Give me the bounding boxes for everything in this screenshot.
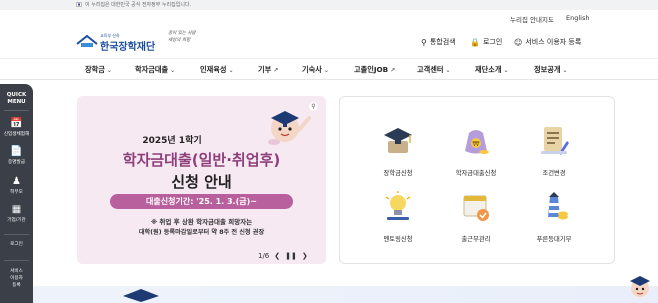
divider (4, 110, 29, 111)
graduation-cap-icon (384, 128, 412, 153)
divider (4, 234, 29, 235)
calendar-check-icon (463, 195, 489, 221)
nav-student-loan[interactable]: 학자금대출 ⌄ (135, 65, 175, 75)
service-lighthouse-donation[interactable]: 푸른등대기부 (524, 189, 584, 245)
lighthouse-icon (548, 192, 568, 220)
banner-headline: 학자금대출(일반·취업후) (122, 151, 281, 169)
user-add-icon: ☺ (514, 37, 523, 47)
slogan-line2: 세상의 희망 (168, 38, 191, 43)
nav-disclosure[interactable]: 정보공개 ⌄ (534, 65, 567, 75)
banner-note-line2: 대학(원) 등록마감일로부터 약 8주 전 신청 권장 (138, 229, 265, 236)
service-mentoring-apply[interactable]: 멘토링신청 (368, 189, 428, 245)
sitemap-link[interactable]: 누리집 안내지도 (510, 14, 554, 24)
pager-count: 1/6 (258, 252, 270, 260)
chevron-down-icon: ⌄ (562, 67, 568, 74)
gov-notice-bar: 이 누리집은 대한민국 공식 전자정부 누리집입니다. (0, 0, 658, 10)
search-icon: ⚲ (421, 37, 427, 47)
nav-customer-center[interactable]: 고객센터 ⌄ (417, 65, 450, 75)
calendar-icon: 📅 (10, 118, 23, 129)
quick-item-register[interactable]: 서비스 이용자 등록 (0, 268, 33, 289)
english-link[interactable]: English (566, 14, 589, 22)
graduation-cap-decor-icon (123, 289, 159, 302)
slogan-line1: 꿈이 있는 사람 (168, 31, 196, 36)
family-icon: ♟ (12, 176, 21, 187)
quick-item-certificate[interactable]: 📄 증명발급 (0, 146, 33, 165)
money-bag-icon: ₩ (465, 130, 489, 154)
nav-about[interactable]: 재단소개 ⌄ (475, 65, 508, 75)
user-register-button[interactable]: ☺ 서비스 이용자 등록 (514, 37, 581, 47)
service-attendance-manage[interactable]: 출근부관리 (446, 189, 506, 245)
svg-text:₩: ₩ (473, 140, 480, 148)
logo-mark-icon (76, 34, 98, 47)
nav-donation[interactable]: 기부 ↗ (258, 65, 278, 75)
quick-item-parents[interactable]: ♟ 학부모 (0, 176, 33, 195)
quick-item-freshman[interactable]: 📅 신입생체험해 (0, 118, 33, 137)
document-icon: 📄 (10, 146, 23, 157)
login-button[interactable]: 🔒 로그인 (470, 37, 502, 47)
chevron-down-icon: ⌄ (228, 67, 234, 74)
services-panel: 장학금신청 ₩ 학자금대출신청 조건변경 멘토링신청 출근부관리 푸른등대기부 (339, 96, 615, 264)
site-logo[interactable]: 교육부 산하 한국장학재단 (76, 30, 166, 53)
lock-icon: 🔒 (470, 37, 480, 47)
quick-item-login[interactable]: 로그인 (0, 241, 33, 247)
banner-pager: 1/6 ❮ ❚❚ ❯ (258, 252, 308, 260)
chevron-down-icon: ⌄ (106, 67, 112, 74)
gov-notice-text: 이 누리집은 대한민국 공식 전자정부 누리집입니다. (85, 2, 192, 8)
chevron-down-icon: ⌄ (170, 67, 176, 74)
bottom-section-strip (33, 286, 658, 303)
service-scholarship-apply[interactable]: 장학금신청 (368, 123, 428, 179)
integrated-search-label: 통합검색 (429, 38, 456, 46)
service-loan-apply[interactable]: ₩ 학자금대출신청 (446, 123, 506, 179)
main-banner[interactable]: ⚲ 2025년 1학기 학자금대출(일반·취업후) 신청 안내 대출신청기간: … (77, 96, 326, 264)
document-edit-icon (541, 127, 569, 155)
quick-item-company[interactable]: ▦ 기업/기관 (0, 204, 33, 223)
banner-subheadline: 신청 안내 (171, 173, 232, 191)
floating-mascot-icon[interactable] (626, 271, 654, 299)
main-navigation: 장학금 ⌄ 학자금대출 ⌄ 인재육성 ⌄ 기부 ↗ 기숙사 ⌄ 고졸인JOB ↗ 고객센터 ⌄… (0, 58, 658, 80)
pause-icon[interactable]: ❚❚ (285, 252, 297, 260)
nav-talent[interactable]: 인재육성 ⌄ (200, 65, 233, 75)
zoom-icon[interactable]: ⚲ (309, 102, 318, 111)
korea-flag-icon (76, 2, 82, 7)
site-header: 교육부 산하 한국장학재단 꿈이 있는 사람 세상의 희망 ⚲ 통합검색 🔒 로… (0, 26, 658, 56)
login-label: 로그인 (482, 38, 503, 46)
quick-menu-title: QUICK MENU (6, 92, 27, 105)
integrated-search-button[interactable]: ⚲ 통합검색 (421, 37, 456, 47)
user-register-label: 서비스 이용자 등록 (525, 38, 582, 46)
banner-year: 2025년 1학기 (142, 136, 202, 146)
quick-menu: QUICK MENU 📅 신입생체험해 📄 증명발급 ♟ 학부모 ▦ 기업/기관… (0, 84, 33, 303)
external-link-icon: ↗ (390, 67, 396, 74)
chevron-down-icon: ⌄ (503, 67, 509, 74)
service-condition-change[interactable]: 조건변경 (524, 123, 584, 179)
next-icon[interactable]: ❯ (302, 252, 308, 260)
nav-highschool-job[interactable]: 고졸인JOB ↗ (354, 65, 395, 75)
prev-icon[interactable]: ❮ (274, 252, 280, 260)
banner-period-pill: 대출신청기간: '25. 1. 3.(금)~ (110, 194, 293, 209)
chevron-down-icon: ⌄ (323, 67, 329, 74)
lightbulb-icon (385, 191, 411, 220)
nav-scholarship[interactable]: 장학금 ⌄ (85, 65, 112, 75)
divider (4, 260, 29, 261)
external-link-icon: ↗ (273, 67, 279, 74)
banner-note-line1: ※ 취업 후 상환 학자금대출 희망자는 (150, 218, 253, 226)
slogan: 꿈이 있는 사람 세상의 희망 (168, 30, 212, 54)
building-icon: ▦ (11, 204, 22, 215)
chevron-down-icon: ⌄ (445, 67, 451, 74)
logo-name: 한국장학재단 (100, 42, 156, 53)
mascot-graduate-icon (268, 111, 311, 145)
nav-dormitory[interactable]: 기숙사 ⌄ (302, 65, 329, 75)
